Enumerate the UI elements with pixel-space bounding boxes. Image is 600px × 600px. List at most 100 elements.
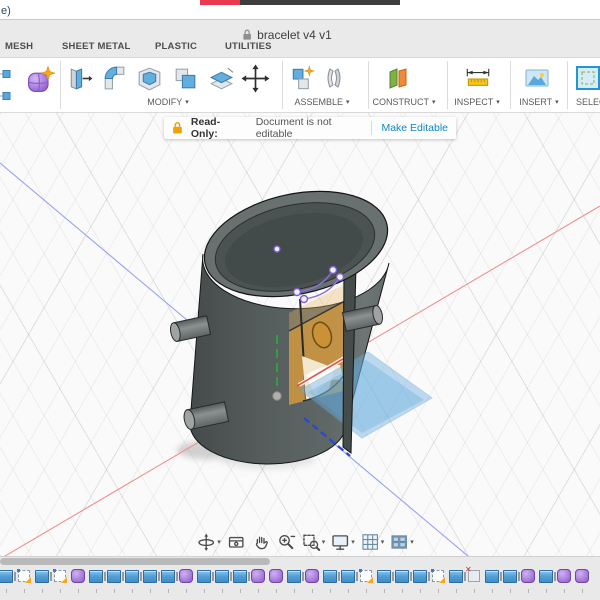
construct-dropdown[interactable]: CONSTRUCT ▾ xyxy=(372,97,435,107)
timeline-feature-extrude[interactable] xyxy=(395,569,412,583)
timeline-feature-extrude[interactable] xyxy=(215,569,232,583)
press-pull-button[interactable] xyxy=(64,64,93,93)
timeline-feature-sketch[interactable] xyxy=(17,569,30,582)
timeline-feature-form[interactable] xyxy=(557,569,571,583)
timeline-feature-extrude[interactable] xyxy=(485,569,502,583)
timeline-tick xyxy=(221,589,223,593)
viewport[interactable]: Read-Only: Document is not editable Make… xyxy=(0,113,600,556)
select-button[interactable] xyxy=(574,64,600,92)
new-component-button[interactable] xyxy=(289,64,319,94)
ribbon-tabs: MESH SHEET METAL PLASTIC UTILITIES xyxy=(0,41,600,55)
tab-sheet-metal[interactable]: SHEET METAL xyxy=(62,41,131,52)
measure-button[interactable] xyxy=(463,64,493,94)
timeline-feature-extrude[interactable] xyxy=(125,569,142,583)
make-editable-link[interactable]: Make Editable xyxy=(381,122,448,134)
zoom-window-button[interactable]: ▾ xyxy=(301,532,325,552)
timeline-tick xyxy=(473,589,475,593)
app-titlebar: bracelet v4 v1 MESH SHEET METAL PLASTIC … xyxy=(0,19,600,58)
timeline-feature-extrude[interactable] xyxy=(161,569,178,583)
timeline-tick xyxy=(401,589,403,593)
timeline-feature-extrude[interactable] xyxy=(35,569,52,583)
timeline-feature-form[interactable] xyxy=(71,569,85,583)
timeline-feature-sketch[interactable] xyxy=(431,569,444,582)
timeline-feature-extrude[interactable] xyxy=(413,569,430,583)
chevron-down-icon: ▾ xyxy=(185,98,189,106)
timeline-feature-form[interactable] xyxy=(521,569,535,583)
timeline-feature-extrude[interactable] xyxy=(449,569,466,583)
group-label-text: CONSTRUCT xyxy=(372,97,429,107)
chevron-down-icon: ▾ xyxy=(496,98,500,106)
timeline-feature-extrude[interactable] xyxy=(323,569,340,583)
select-dropdown[interactable]: SELECT ▾ xyxy=(576,97,600,107)
construct-plane-button[interactable] xyxy=(384,64,412,92)
timeline-feature-extrude[interactable] xyxy=(377,569,394,583)
shell-button[interactable] xyxy=(135,64,164,93)
modify-dropdown[interactable]: MODIFY ▾ xyxy=(147,97,189,107)
timeline-feature-form[interactable] xyxy=(575,569,589,583)
timeline-feature-sketch[interactable] xyxy=(53,569,66,582)
chevron-down-icon: ▾ xyxy=(555,98,559,106)
move-button[interactable] xyxy=(241,64,270,93)
viewports-button[interactable]: ▾ xyxy=(389,532,414,552)
display-settings-button[interactable]: ▾ xyxy=(330,532,355,552)
origin-point[interactable] xyxy=(272,391,282,401)
timeline-tick xyxy=(545,589,547,593)
3d-canvas[interactable] xyxy=(0,113,600,556)
timeline-scrollbar-thumb[interactable] xyxy=(0,558,270,565)
timeline-feature-extrude[interactable] xyxy=(89,569,106,583)
timeline-tick xyxy=(59,589,61,593)
inspect-dropdown[interactable]: INSPECT ▾ xyxy=(454,97,500,107)
timeline-feature-extrude[interactable] xyxy=(539,569,556,583)
toolbar-divider xyxy=(510,61,511,109)
tab-mesh[interactable]: MESH xyxy=(5,41,33,52)
orbit-button[interactable]: ▾ xyxy=(196,532,221,552)
look-at-button[interactable] xyxy=(226,532,246,552)
timeline-feature-extrude[interactable] xyxy=(341,569,358,583)
offset-face-button[interactable] xyxy=(207,64,236,93)
timeline-feature-extrude[interactable] xyxy=(143,569,160,583)
tab-utilities[interactable]: UTILITIES xyxy=(225,41,272,52)
timeline-tick xyxy=(149,589,151,593)
timeline-tick xyxy=(5,589,7,593)
timeline-tick xyxy=(455,589,457,593)
chevron-down-icon: ▾ xyxy=(217,538,221,546)
timeline-tick xyxy=(581,589,583,593)
timeline-feature-form[interactable] xyxy=(179,569,193,583)
timeline-scrollbar[interactable] xyxy=(0,557,600,566)
readonly-banner: Read-Only: Document is not editable Make… xyxy=(164,116,456,140)
insert-image-button[interactable] xyxy=(523,64,551,92)
timeline-feature-extrude[interactable] xyxy=(503,569,520,583)
zoom-button[interactable] xyxy=(276,532,296,552)
grid-display-button[interactable]: ▾ xyxy=(360,532,385,552)
timeline-feature-form[interactable] xyxy=(305,569,319,583)
timeline-feature-extrude[interactable] xyxy=(197,569,214,583)
timeline-feature-form[interactable] xyxy=(251,569,265,583)
chevron-down-icon: ▾ xyxy=(380,538,385,546)
assemble-dropdown[interactable]: ASSEMBLE ▾ xyxy=(294,97,349,107)
timeline-feature-extrude[interactable] xyxy=(233,569,250,583)
timeline-feature-extrude[interactable] xyxy=(0,569,16,583)
timeline-tick xyxy=(509,589,511,593)
joint-button[interactable] xyxy=(320,64,348,92)
ribbon-toolbar: MODIFY ▾ ASSEMBLE ▾ CONSTRUCT ▾ INSPECT xyxy=(0,58,600,113)
timeline-tick xyxy=(257,589,259,593)
timeline-tick xyxy=(275,589,277,593)
fillet-button[interactable] xyxy=(99,64,128,93)
timeline-feature-form[interactable] xyxy=(269,569,283,583)
pan-button[interactable] xyxy=(251,532,271,552)
clipped-create-icon[interactable] xyxy=(0,66,12,106)
create-form-button[interactable] xyxy=(24,64,56,96)
timeline-tick xyxy=(383,589,385,593)
timeline-feature-extrude[interactable] xyxy=(107,569,124,583)
timeline-feature-sketch[interactable] xyxy=(359,569,372,582)
lock-icon xyxy=(243,29,251,40)
timeline-feature-delete[interactable] xyxy=(465,565,480,582)
combine-button[interactable] xyxy=(171,64,200,93)
insert-dropdown[interactable]: INSERT ▾ xyxy=(519,97,558,107)
timeline-features xyxy=(0,565,600,586)
timeline-tick xyxy=(563,589,565,593)
timeline-tick xyxy=(239,589,241,593)
tab-plastic[interactable]: PLASTIC xyxy=(155,41,197,52)
timeline-feature-extrude[interactable] xyxy=(287,569,304,583)
timeline-tick xyxy=(131,589,133,593)
